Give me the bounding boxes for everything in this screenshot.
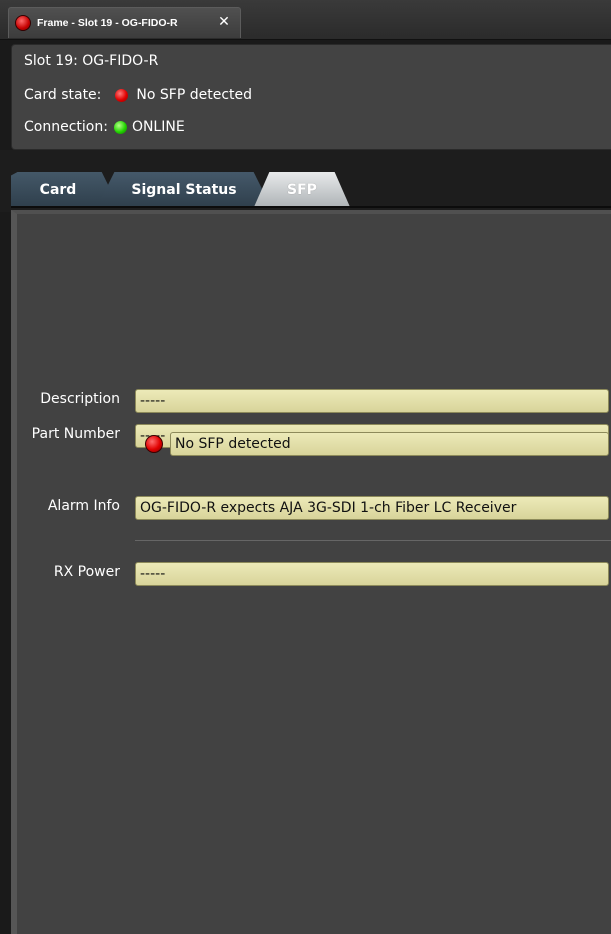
- card-state-value: No SFP detected: [136, 87, 252, 103]
- record-icon: [15, 15, 31, 31]
- description-value: -----: [140, 393, 166, 409]
- rx-power-label: RX Power: [53, 564, 120, 580]
- card-state-led-icon: [115, 88, 129, 102]
- rx-power-value: -----: [140, 566, 166, 582]
- tab-sfp-label: SFP: [287, 181, 317, 198]
- card-state-row: Card state: No SFP detected: [24, 87, 252, 103]
- tab-card-label: Card: [39, 181, 77, 198]
- connection-row: Connection: ONLINE: [24, 119, 185, 135]
- slot-title-text: Slot 19: OG-FIDO-R: [24, 53, 159, 69]
- frame-window: Frame - Slot 19 - OG-FIDO-R ✕ Slot 19: O…: [0, 0, 611, 934]
- document-tab-strip: Frame - Slot 19 - OG-FIDO-R ✕: [0, 0, 611, 40]
- connection-value: ONLINE: [131, 119, 185, 135]
- part-number-label: Part Number: [31, 426, 120, 442]
- card-state-label: Card state:: [24, 87, 102, 103]
- alarm-info-label: Alarm Info: [47, 498, 120, 514]
- tab-sfp[interactable]: SFP: [254, 172, 350, 207]
- frame-document-tab[interactable]: Frame - Slot 19 - OG-FIDO-R ✕: [8, 7, 241, 38]
- alarm-status-field: No SFP detected: [170, 432, 609, 456]
- alarm-info-field: OG-FIDO-R expects AJA 3G-SDI 1-ch Fiber …: [135, 496, 609, 520]
- alarm-status-led-icon: [145, 435, 163, 453]
- slot-title: Slot 19: OG-FIDO-R: [24, 53, 158, 69]
- tab-signal-status[interactable]: Signal Status: [97, 172, 271, 207]
- tab-divider-line: [11, 206, 611, 208]
- alarm-status-value: No SFP detected: [175, 436, 291, 452]
- alarm-info-value: OG-FIDO-R expects AJA 3G-SDI 1-ch Fiber …: [140, 500, 517, 516]
- frame-tab-title: Frame - Slot 19 - OG-FIDO-R: [37, 17, 178, 29]
- slot-info-panel: Slot 19: OG-FIDO-R Card state: No SFP de…: [11, 44, 611, 150]
- description-label: Description: [40, 391, 120, 407]
- connection-label: Connection:: [24, 119, 108, 135]
- tab-signal-status-label: Signal Status: [131, 181, 237, 198]
- close-icon[interactable]: ✕: [216, 14, 232, 30]
- rx-power-field: -----: [135, 562, 609, 586]
- connection-led-icon: [113, 120, 127, 134]
- section-divider: [135, 540, 611, 541]
- description-field: -----: [135, 389, 609, 413]
